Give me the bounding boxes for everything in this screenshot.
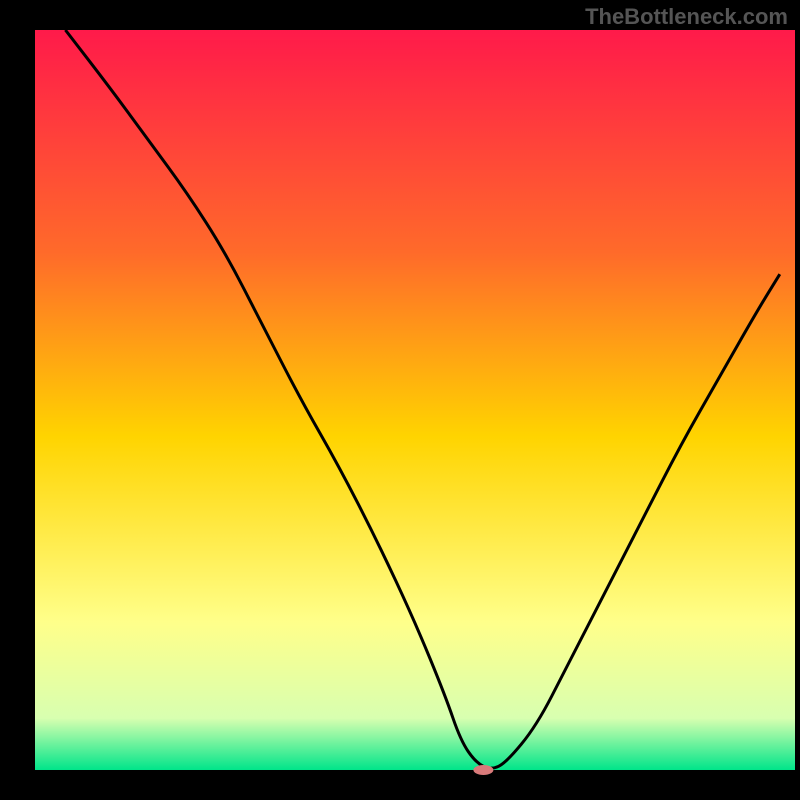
watermark-text: TheBottleneck.com (585, 4, 788, 30)
optimal-point-marker (473, 765, 493, 775)
bottleneck-chart (0, 0, 800, 800)
chart-container: TheBottleneck.com (0, 0, 800, 800)
